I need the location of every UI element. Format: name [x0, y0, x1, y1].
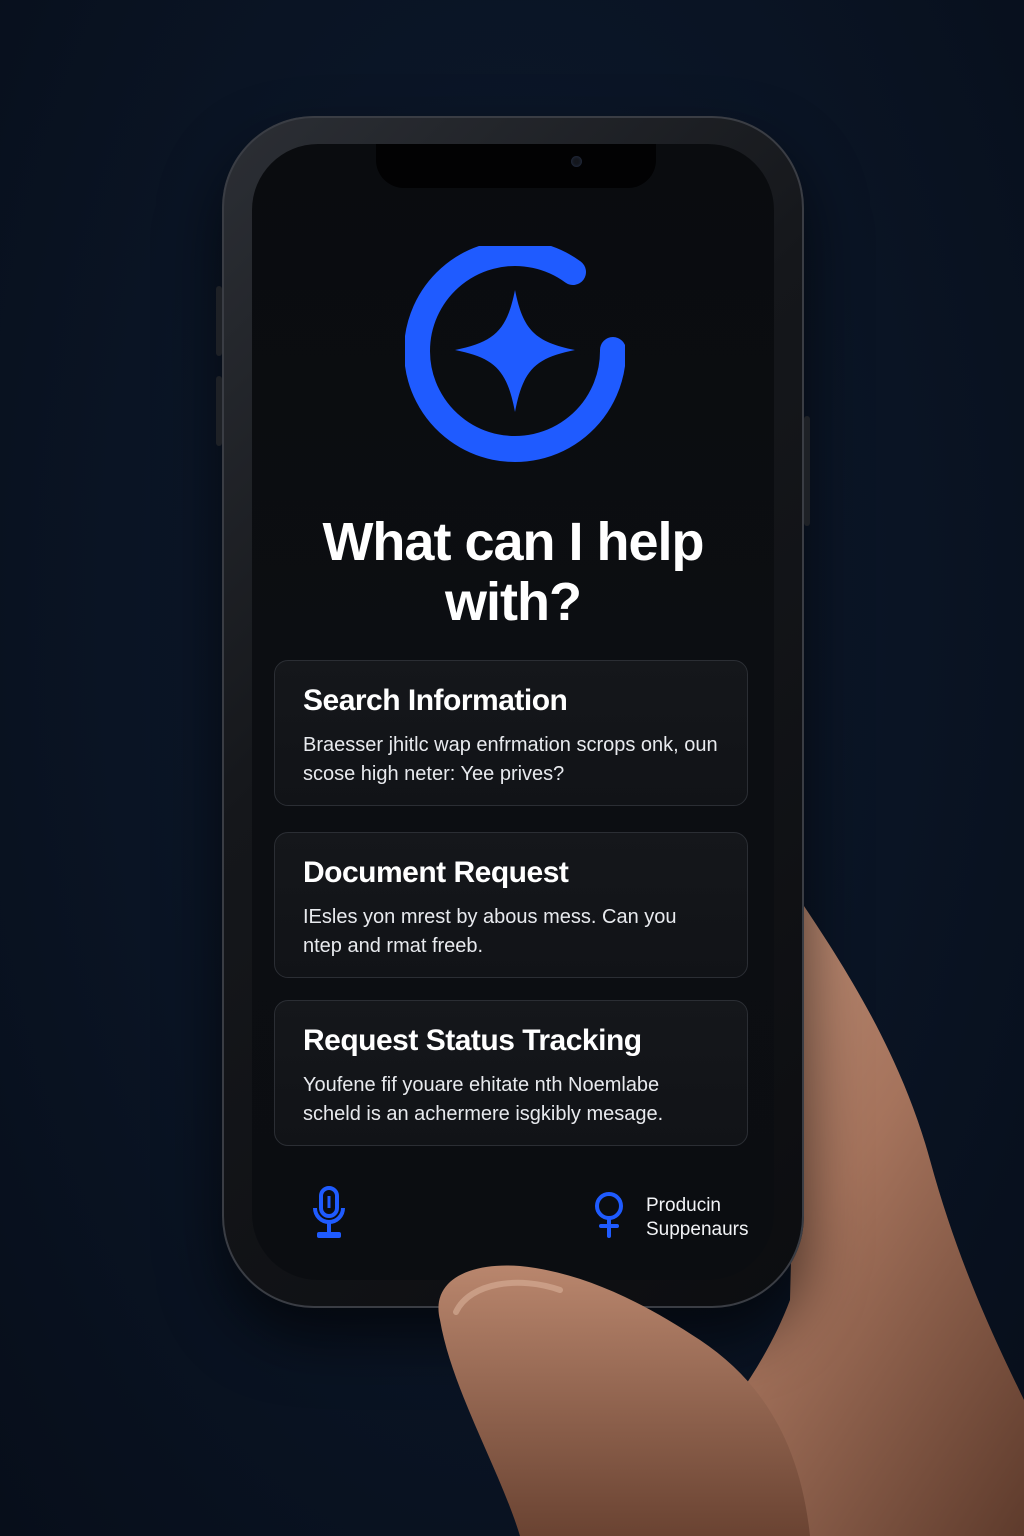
- power-button: [804, 416, 810, 526]
- card-search-information[interactable]: Search Information Braesser jhitlc wap e…: [274, 660, 748, 806]
- card-description: IEsles yon mrest by abous mess. Can you …: [303, 906, 677, 957]
- phone-screen: What can I help with? Search Information…: [252, 144, 774, 1280]
- card-description: Youfene fif youare ehitate nth Noemlabe …: [303, 1074, 664, 1125]
- phone-device: What can I help with? Search Information…: [216, 116, 810, 1308]
- card-title: Document Request: [303, 856, 569, 889]
- card-title: Search Information: [303, 684, 568, 717]
- support-button[interactable]: Producin Suppenaurs: [592, 1188, 762, 1244]
- microphone-icon: [313, 1186, 345, 1238]
- card-title: Request Status Tracking: [303, 1024, 642, 1057]
- card-request-status-tracking[interactable]: Request Status Tracking Youfene fif youa…: [274, 1000, 748, 1146]
- page-title: What can I help with?: [322, 512, 704, 632]
- card-document-request[interactable]: Document Request IEsles yon mrest by abo…: [274, 832, 748, 978]
- microphone-button[interactable]: [312, 1186, 346, 1240]
- card-description: Braesser jhitlc wap enfrmation scrops on…: [303, 734, 718, 785]
- volume-down-button: [216, 376, 222, 446]
- notch: [376, 144, 656, 188]
- ring-sparkle-logo-icon: [405, 246, 625, 462]
- front-camera: [571, 156, 582, 167]
- support-label: Producin Suppenaurs: [646, 1195, 749, 1240]
- support-person-icon: [595, 1192, 623, 1238]
- volume-up-button: [216, 286, 222, 356]
